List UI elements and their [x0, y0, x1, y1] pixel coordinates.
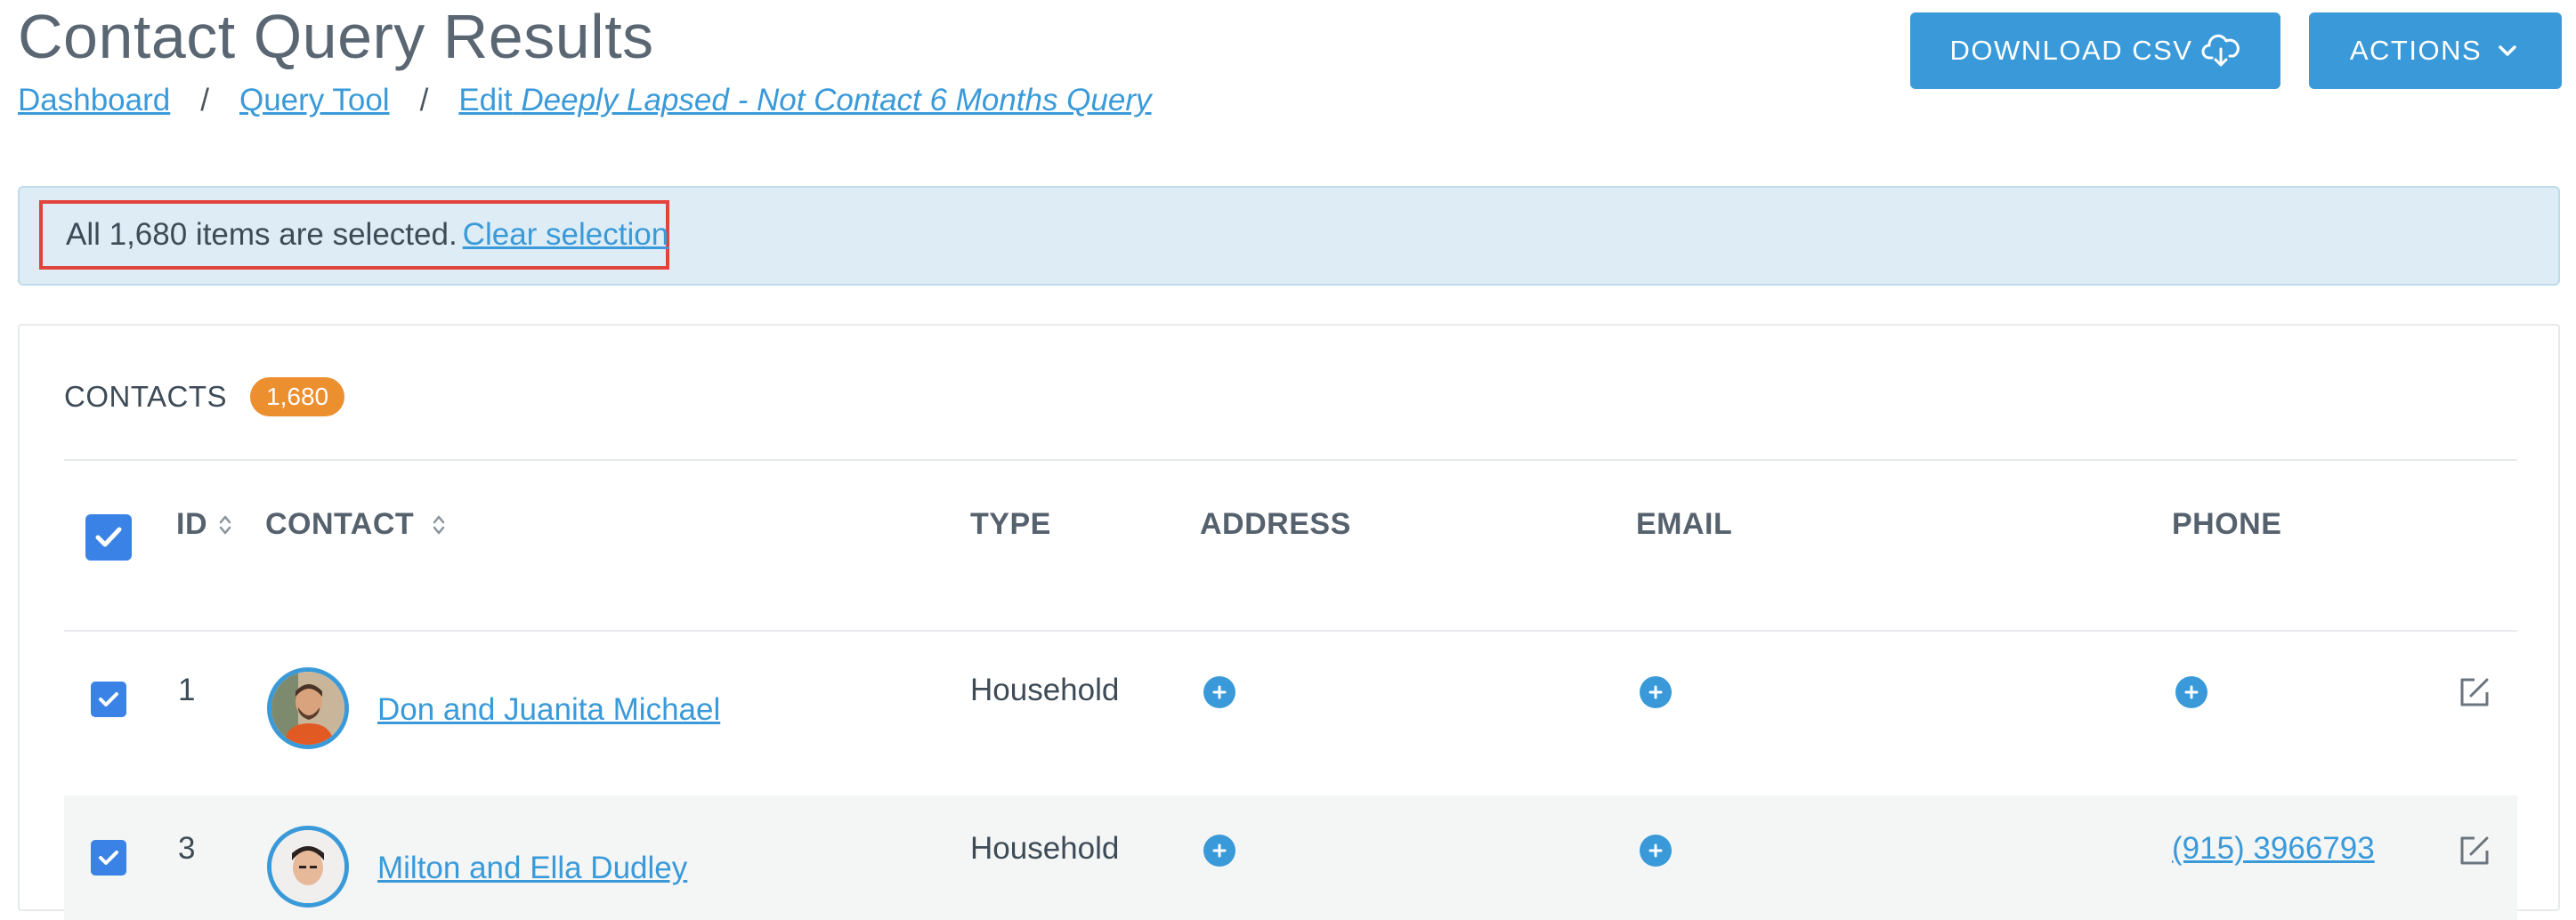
- avatar: [267, 667, 349, 749]
- breadcrumb: Dashboard / Query Tool / Edit Deeply Lap…: [18, 78, 1152, 123]
- sort-icon: [433, 515, 445, 534]
- selection-message: All 1,680 items are selected.: [66, 217, 458, 252]
- breadcrumb-query-name: Deeply Lapsed - Not Contact 6 Months Que…: [521, 83, 1152, 117]
- row-type: Household: [970, 673, 1120, 707]
- actions-label: ACTIONS: [2349, 35, 2483, 66]
- breadcrumb-separator: /: [419, 83, 429, 117]
- selection-alert-highlight: All 1,680 items are selected. Clear sele…: [39, 200, 669, 270]
- breadcrumb-dashboard-link[interactable]: Dashboard: [18, 83, 170, 118]
- selection-alert: All 1,680 items are selected. Clear sele…: [18, 186, 2560, 286]
- chevron-down-icon: [2499, 45, 2516, 56]
- breadcrumb-query-tool-link[interactable]: Query Tool: [239, 83, 390, 118]
- contacts-heading: CONTACTS: [64, 380, 228, 413]
- add-email-icon[interactable]: [1640, 676, 1672, 708]
- row-id: 1: [178, 673, 196, 707]
- edit-icon[interactable]: [2457, 833, 2492, 868]
- add-email-icon[interactable]: [1640, 835, 1672, 867]
- download-csv-label: DOWNLOAD CSV: [1949, 35, 2193, 66]
- column-header-id[interactable]: ID: [176, 507, 232, 542]
- column-header-address: ADDRESS: [1200, 507, 1351, 541]
- cloud-download-icon: [2201, 34, 2240, 67]
- add-address-icon[interactable]: [1203, 835, 1235, 867]
- column-header-phone: PHONE: [2172, 507, 2282, 541]
- column-header-contact[interactable]: CONTACT: [265, 507, 446, 542]
- row-type: Household: [970, 831, 1120, 866]
- checkmark-icon: [99, 851, 118, 865]
- row-id: 3: [178, 831, 196, 866]
- contact-name-link[interactable]: Milton and Ella Dudley: [377, 851, 687, 886]
- table-header-divider: [64, 630, 2517, 632]
- contacts-count-badge: 1,680: [250, 377, 345, 416]
- edit-icon[interactable]: [2457, 674, 2492, 710]
- checkmark-icon: [95, 527, 122, 547]
- actions-dropdown-button[interactable]: ACTIONS: [2309, 12, 2562, 89]
- download-csv-button[interactable]: DOWNLOAD CSV: [1910, 12, 2280, 89]
- row-checkbox[interactable]: [91, 840, 126, 876]
- breadcrumb-separator: /: [200, 83, 209, 117]
- column-header-id-label: ID: [176, 507, 207, 541]
- column-header-type: TYPE: [970, 507, 1051, 541]
- row-checkbox[interactable]: [91, 682, 126, 717]
- sort-icon: [219, 515, 231, 534]
- avatar: [267, 826, 349, 908]
- column-header-email: EMAIL: [1636, 507, 1733, 541]
- breadcrumb-edit-prefix: Edit: [458, 83, 513, 117]
- checkmark-icon: [99, 692, 118, 706]
- add-address-icon[interactable]: [1203, 676, 1235, 708]
- add-phone-icon[interactable]: [2175, 676, 2207, 708]
- phone-link[interactable]: (915) 3966793: [2172, 831, 2375, 867]
- header-divider: [64, 459, 2517, 461]
- breadcrumb-edit-query-link[interactable]: Edit Deeply Lapsed - Not Contact 6 Month…: [458, 83, 1151, 118]
- select-all-checkbox[interactable]: [85, 514, 132, 561]
- page-title: Contact Query Results: [18, 2, 654, 71]
- contacts-panel-header: CONTACTS 1,680: [64, 370, 345, 424]
- clear-selection-link[interactable]: Clear selection: [463, 217, 669, 253]
- contact-name-link[interactable]: Don and Juanita Michael: [377, 692, 720, 728]
- column-header-contact-label: CONTACT: [265, 507, 415, 541]
